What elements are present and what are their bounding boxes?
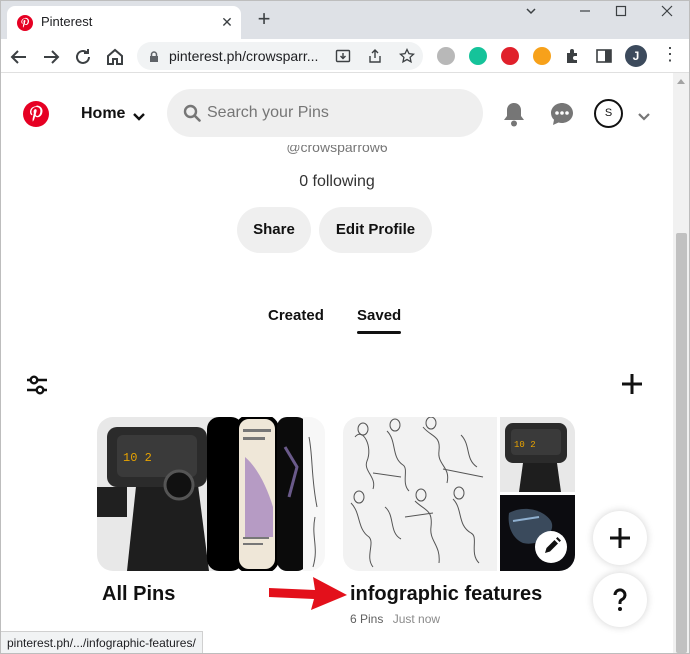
create-plus-button[interactable]	[593, 511, 647, 565]
help-question-button[interactable]	[593, 573, 647, 627]
forward-arrow-icon[interactable]	[39, 45, 63, 69]
svg-text:10 2: 10 2	[514, 440, 536, 450]
install-app-icon[interactable]	[335, 48, 351, 64]
scroll-thumb[interactable]	[676, 233, 687, 653]
search-placeholder: Search your Pins	[207, 104, 329, 121]
url-text: pinterest.ph/crowsparr...	[169, 48, 319, 64]
minimize-icon[interactable]	[573, 3, 597, 23]
extension-k-icon[interactable]	[437, 47, 455, 65]
tab-close-icon[interactable]: ✕	[217, 12, 237, 32]
active-tab-indicator	[357, 331, 401, 334]
home-icon[interactable]	[103, 45, 127, 69]
account-avatar[interactable]: S	[594, 99, 623, 128]
search-icon	[183, 104, 201, 127]
home-button[interactable]: Home	[81, 105, 125, 123]
watch-thumbnail-image: 10 2	[500, 417, 575, 492]
browser-tab[interactable]: Pinterest ✕	[7, 6, 241, 39]
bookmark-star-icon[interactable]	[399, 47, 415, 64]
lock-icon[interactable]	[149, 50, 159, 68]
more-menu-icon[interactable]: ⋮	[661, 45, 679, 65]
filter-sliders-icon[interactable]	[25, 373, 49, 402]
pinterest-page: Home Search your Pins S @crowsparrow6 0 …	[1, 73, 673, 653]
grammarly-icon[interactable]	[469, 47, 487, 65]
adblock-icon[interactable]	[501, 47, 519, 65]
board-all-pins-cover[interactable]: 10 2	[97, 417, 325, 571]
window-close-icon[interactable]	[655, 3, 679, 23]
browser-window: Pinterest ✕ + pinterest.ph/crowsparr... …	[0, 0, 690, 654]
browser-toolbar: pinterest.ph/crowsparr... J ⋮	[1, 39, 689, 73]
board-meta: 6 Pins Just now	[350, 612, 440, 626]
board-title[interactable]: infographic features	[350, 583, 542, 606]
page-scrollbar[interactable]	[673, 73, 689, 653]
messages-icon[interactable]	[549, 101, 575, 132]
share-button[interactable]: Share	[237, 207, 311, 253]
red-arrow-annotation-icon	[267, 575, 349, 616]
back-arrow-icon[interactable]	[7, 45, 31, 69]
svg-text:10 2: 10 2	[123, 451, 152, 465]
share-icon[interactable]	[367, 48, 383, 64]
scroll-up-arrow-icon[interactable]	[677, 79, 685, 84]
tab-title: Pinterest	[41, 14, 93, 29]
extension-half-circle-icon[interactable]	[533, 47, 551, 65]
board-infographic-features-cover[interactable]: 10 2	[343, 417, 575, 571]
chevron-down-icon[interactable]	[132, 109, 146, 127]
account-chevron-down-icon[interactable]	[637, 109, 651, 127]
search-input[interactable]: Search your Pins	[167, 89, 483, 137]
add-board-plus-icon[interactable]	[621, 373, 643, 400]
board-title[interactable]: All Pins	[102, 583, 175, 606]
tab-strip: Pinterest ✕ +	[1, 1, 689, 39]
tab-created[interactable]: Created	[268, 307, 324, 324]
address-bar[interactable]: pinterest.ph/crowsparr...	[137, 42, 423, 70]
maximize-icon[interactable]	[609, 3, 633, 23]
updated-time: Just now	[392, 612, 441, 626]
pin-count: 6 Pins	[350, 612, 384, 626]
pinterest-logo-icon[interactable]	[23, 101, 49, 127]
link-status-bar: pinterest.ph/.../infographic-features/	[1, 631, 203, 653]
pinterest-favicon-icon	[17, 15, 33, 31]
profile-username: @crowsparrow6	[286, 145, 388, 155]
edit-board-pencil-icon[interactable]	[535, 531, 567, 563]
chevron-down-icon[interactable]	[519, 3, 543, 23]
puzzle-extensions-icon[interactable]	[563, 47, 581, 65]
new-tab-icon[interactable]: +	[253, 8, 275, 31]
following-count[interactable]: 0 following	[1, 173, 673, 191]
tab-saved[interactable]: Saved	[357, 307, 401, 324]
notifications-bell-icon[interactable]	[502, 101, 526, 132]
edit-profile-button[interactable]: Edit Profile	[319, 207, 432, 253]
side-panel-icon[interactable]	[595, 47, 613, 65]
reload-icon[interactable]	[71, 45, 95, 69]
browser-profile-avatar[interactable]: J	[625, 45, 647, 67]
